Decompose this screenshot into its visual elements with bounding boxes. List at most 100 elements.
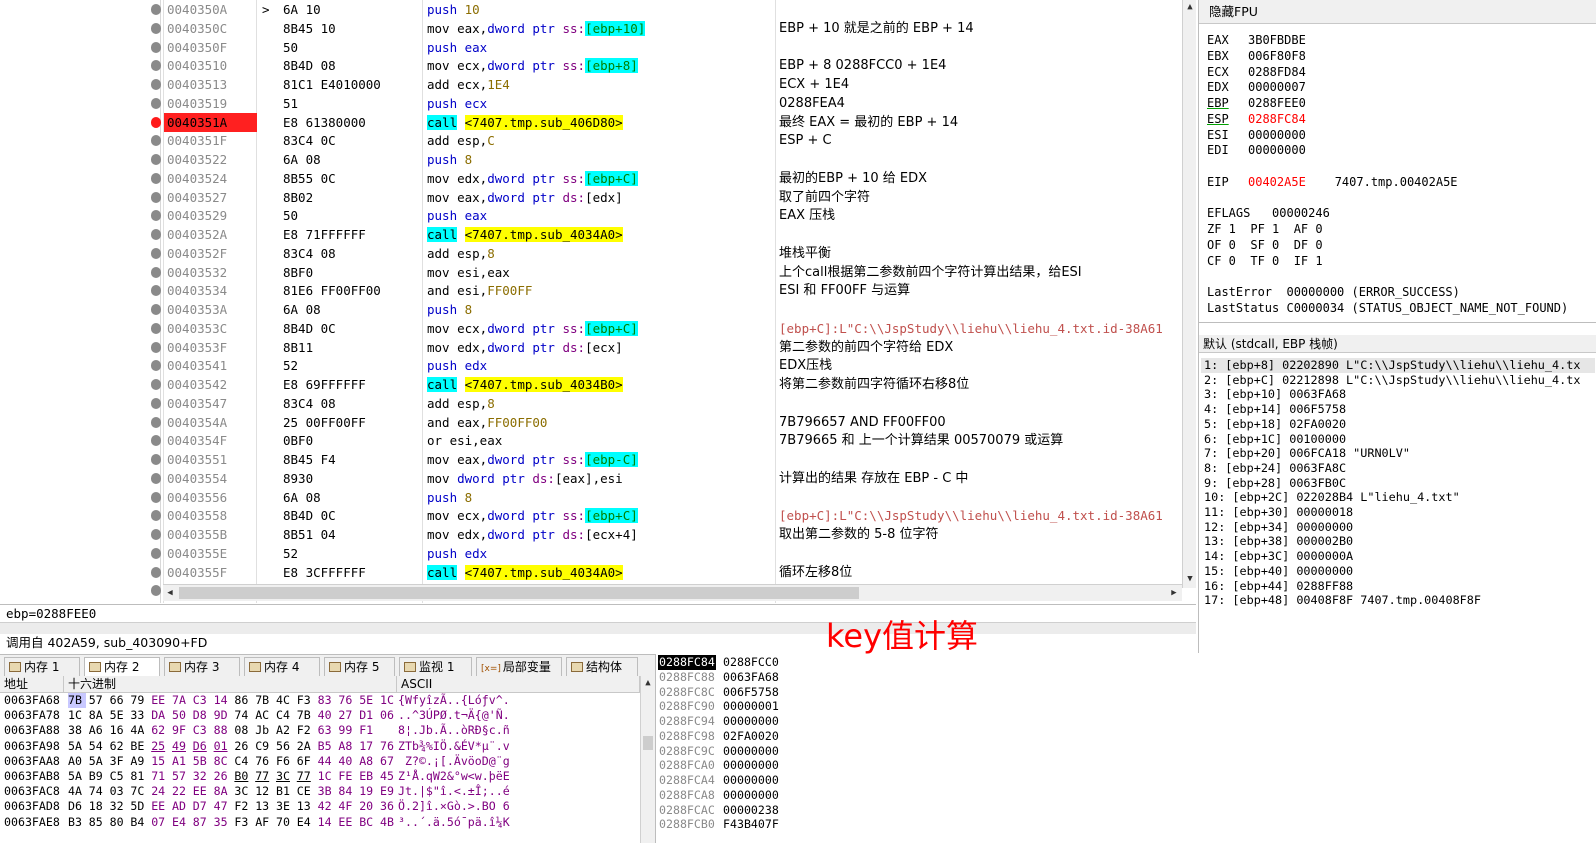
dump-byte[interactable]: 80 <box>110 815 128 830</box>
disasm-row[interactable]: 0040353F 8B11 mov edx,dword ptr ds:[ecx] 第二… <box>0 338 1182 357</box>
dump-byte[interactable]: 1C <box>68 708 86 723</box>
instruction-comment[interactable]: [ebp+C]:L"C:\\JspStudy\\liehu\\liehu_4.t… <box>779 319 1182 338</box>
dump-byte[interactable]: 1C <box>380 693 398 708</box>
disasm-row[interactable]: 00403532 8BF0 mov esi,eax 上个call根据第二参数前四个字符… <box>0 263 1182 282</box>
stack-row[interactable]: 0288FCB0 F43B407F <box>656 817 784 832</box>
instruction-comment[interactable]: 将第二参数前四字符循环右移8位 <box>779 375 1182 394</box>
register-ebp[interactable]: EBP 0288FEE0 <box>1207 95 1306 111</box>
dump-byte[interactable]: 25 <box>151 739 169 754</box>
disasm-vertical-scrollbar[interactable]: ▲ ▼ <box>1182 0 1196 588</box>
disasm-row[interactable]: 00403556 6A 08 push 8 <box>0 488 1182 507</box>
registers-panel[interactable]: 隐藏FPU EIP 00402A5E 7407.tmp.00402A5E EFLA… <box>1198 0 1596 322</box>
dump-row[interactable]: 0063FAE8 B3 85 80 B4 07 E4 87 35 F3 AF 70 E4 14 EE BC 4B… <box>0 815 640 830</box>
dump-byte[interactable]: 6F <box>297 754 315 769</box>
breakpoint-marker-icon[interactable] <box>151 529 161 540</box>
breakpoint-marker-icon[interactable] <box>151 472 161 484</box>
dump-ascii[interactable]: {WfyîzÃ..{Lóƒv^. <box>398 693 510 708</box>
dump-byte[interactable]: C9 <box>255 739 273 754</box>
register-ebx[interactable]: EBX 006F80F8 <box>1207 48 1306 64</box>
disasm-row[interactable]: 0040350A >6A 10 push 10 <box>0 0 1182 19</box>
dump-byte[interactable]: 4C <box>276 693 294 708</box>
instruction-comment[interactable]: 取出第二参数的 5-8 位字符 <box>779 525 1182 544</box>
dump-byte[interactable]: BE <box>130 739 148 754</box>
dump-byte[interactable]: 36 <box>380 799 398 814</box>
breakpoint-marker-icon[interactable] <box>151 547 161 559</box>
scroll-thumb[interactable] <box>643 736 653 750</box>
dump-byte[interactable]: F6 <box>276 754 294 769</box>
stack-row[interactable]: 0288FC88 0063FA68 <box>656 670 784 685</box>
dump-byte[interactable]: Jb <box>255 723 273 738</box>
breakpoint-marker-icon[interactable] <box>151 491 161 503</box>
dump-row[interactable]: 0063FAD8 D6 18 32 5D EE AD D7 47 F2 13 3E 13 42 4F 20 36… <box>0 799 640 814</box>
dump-byte[interactable]: 33 <box>130 708 148 723</box>
stack-arg-row[interactable]: 8: [ebp+24] 0063FA8C <box>1204 461 1346 476</box>
instruction-comment[interactable]: EDX压栈 <box>779 356 1182 375</box>
stack-row[interactable]: 0288FCA0 00000000 <box>656 758 784 773</box>
dump-byte[interactable]: 35 <box>214 815 232 830</box>
breakpoint-marker-icon[interactable] <box>151 510 161 522</box>
scroll-left-icon[interactable]: ◀ <box>163 586 177 600</box>
breakpoint-marker-icon[interactable] <box>151 266 161 278</box>
dump-byte[interactable]: F2 <box>234 799 252 814</box>
register-edx[interactable]: EDX 00000007 <box>1207 79 1306 95</box>
disasm-row[interactable]: 00403541 52 push edx EDX压栈 <box>0 356 1182 375</box>
dump-ascii[interactable]: Ö.2]î.×Gò.>.BO 6 <box>398 799 510 814</box>
instruction-comment[interactable]: ESI 和 FF00FF 与运算 <box>779 281 1182 300</box>
stack-arg-row[interactable]: 15: [ebp+40] 00000000 <box>1204 564 1353 579</box>
memory-dump-view[interactable]: 地址 十六进制 ASCII 0063FA68 7B 57 66 79 EE 7A C3 14 86… <box>0 676 655 843</box>
instruction-comment[interactable]: 计算出的结果 存放在 EBP - C 中 <box>779 469 1182 488</box>
disasm-row[interactable]: 0040355B 8B51 04 mov edx,dword ptr ds:[ecx… <box>0 525 1182 544</box>
ascii-column-header[interactable]: ASCII <box>397 676 640 692</box>
breakpoint-marker-icon[interactable] <box>151 585 161 597</box>
scroll-thumb[interactable] <box>179 587 859 599</box>
register-edi[interactable]: EDI 00000000 <box>1207 142 1306 158</box>
dump-byte[interactable]: 70 <box>276 815 294 830</box>
dump-byte[interactable]: 8C <box>214 754 232 769</box>
disasm-row[interactable]: 00403519 51 push ecx 0288FEA4 <box>0 94 1182 113</box>
dump-ascii[interactable]: ZTb¾%IÖ.&ÉV*µ¨.v <box>398 739 510 754</box>
disasm-row[interactable]: 0040351F 83C4 0C add esp,C ESP + C <box>0 131 1182 150</box>
disasm-row[interactable]: 0040352F 83C4 08 add esp,8 堆栈平衡 <box>0 244 1182 263</box>
dump-byte[interactable]: D6 <box>193 739 211 754</box>
breakpoint-marker-icon[interactable] <box>151 247 161 259</box>
instruction-comment[interactable]: EBP + 8 0288FCC0 + 1E4 <box>779 56 1182 75</box>
dump-byte[interactable]: 3F <box>110 754 128 769</box>
disasm-row[interactable]: 00403547 83C4 08 add esp,8 <box>0 394 1182 413</box>
stack-row[interactable]: 0288FCA8 00000000 <box>656 788 784 803</box>
dump-byte[interactable]: A2 <box>276 723 294 738</box>
disasm-row[interactable]: 00403524 8B55 0C mov edx,dword ptr ss:[ebp… <box>0 169 1182 188</box>
dump-byte[interactable]: 44 <box>318 754 336 769</box>
dump-byte[interactable]: 1C <box>318 769 336 784</box>
dump-byte[interactable]: B3 <box>68 815 86 830</box>
dump-byte[interactable]: 26 <box>214 769 232 784</box>
stack-row[interactable]: 0288FC98 02FA0020 <box>656 729 784 744</box>
register-value[interactable]: 006F80F8 <box>1248 49 1306 63</box>
dump-byte[interactable]: C4 <box>234 754 252 769</box>
flags-row[interactable]: ZF 1 PF 1 AF 0 <box>1207 221 1323 237</box>
dump-byte[interactable]: F3 <box>234 815 252 830</box>
breakpoint-marker-icon[interactable] <box>151 416 161 428</box>
register-value[interactable]: 00000007 <box>1248 80 1306 94</box>
breakpoint-marker-icon[interactable] <box>151 304 161 315</box>
register-esi[interactable]: ESI 00000000 <box>1207 127 1306 143</box>
register-value[interactable]: 0288FD84 <box>1248 65 1306 79</box>
dump-byte[interactable]: A9 <box>130 754 148 769</box>
breakpoint-marker-icon[interactable] <box>151 566 161 578</box>
breakpoint-marker-icon[interactable] <box>151 210 161 222</box>
dump-byte[interactable]: 18 <box>89 799 107 814</box>
stack-arg-row[interactable]: 9: [ebp+28] 0063FB0C <box>1204 476 1346 491</box>
dump-byte[interactable]: 67 <box>380 754 398 769</box>
instruction-comment[interactable]: 取了前四个字符 <box>779 188 1182 207</box>
disasm-row[interactable]: 00403554 8930 mov dword ptr ds:[eax],esi 计算… <box>0 469 1182 488</box>
breakpoint-marker-icon[interactable] <box>151 41 161 53</box>
stack-row[interactable]: 0288FC8C 006F5758 <box>656 685 784 700</box>
dump-byte[interactable]: CE <box>297 784 315 799</box>
dump-byte[interactable]: 5E <box>359 693 377 708</box>
breakpoint-marker-icon[interactable] <box>151 379 161 390</box>
dump-byte[interactable]: D1 <box>359 708 377 723</box>
dump-byte[interactable]: 3C <box>234 784 252 799</box>
instruction-comment[interactable]: ESP + C <box>779 131 1182 150</box>
dump-byte[interactable]: 56 <box>276 739 294 754</box>
dump-byte[interactable]: 8A <box>214 784 232 799</box>
dump-row[interactable]: 0063FA98 5A 54 62 BE 25 49 D6 01 26 C9 56 2A B5 A8 17 76… <box>0 739 640 754</box>
